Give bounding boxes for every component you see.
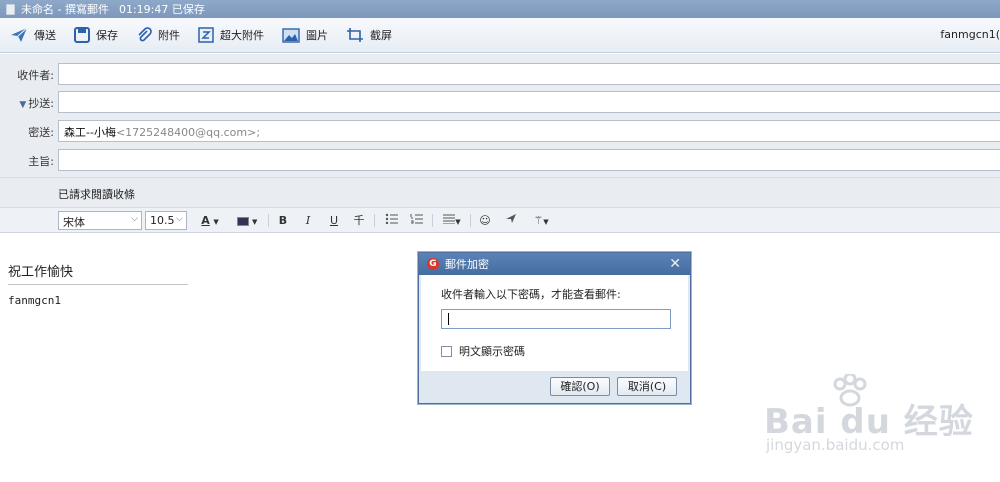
insert-image-label: 圖片	[306, 29, 328, 42]
font-family-value: 宋体	[63, 216, 85, 229]
compressed-file-icon	[198, 27, 214, 43]
separator	[470, 214, 471, 227]
chevron-down-icon: ⌵	[176, 214, 183, 224]
paperclip-icon	[138, 27, 152, 42]
read-receipt-bar: 已請求閱讀收條	[0, 177, 1000, 207]
font-color-icon: A	[201, 214, 210, 227]
save-label: 保存	[96, 29, 118, 42]
attachment-button[interactable]: 附件	[136, 27, 180, 43]
signature-divider	[8, 284, 188, 285]
highlight-icon	[236, 216, 249, 226]
bcc-row: 密送: 森工--小梅<1725248400@qq.com>;	[0, 120, 1000, 142]
separator	[432, 214, 433, 227]
magic-wand-icon: ⚚	[533, 214, 544, 227]
cc-label-wrap[interactable]: ▼ 抄送:	[0, 95, 54, 111]
paper-plane-icon	[11, 27, 28, 42]
numbered-list-icon	[410, 214, 423, 224]
account-name: fanmgcn1(	[940, 28, 1000, 41]
password-input[interactable]	[441, 309, 671, 329]
dropdown-arrow-icon: ▼	[252, 218, 258, 226]
font-family-select[interactable]: 宋体 ⌵	[58, 211, 142, 230]
dropdown-arrow-icon: ▼	[213, 218, 219, 226]
font-size-value: 10.5	[150, 214, 175, 227]
read-receipt-text: 已請求閱讀收條	[58, 188, 135, 201]
bullet-list-button[interactable]	[382, 212, 400, 229]
floppy-disk-icon	[74, 27, 90, 43]
font-color-button[interactable]: A ▼	[198, 212, 222, 229]
signature-name: fanmgcn1	[8, 294, 61, 307]
dialog-body: 收件者輸入以下密碼，才能查看郵件: 明文顯示密碼	[421, 275, 688, 371]
dialog-title: 郵件加密	[445, 258, 489, 271]
signature-title: 祝工作愉快	[8, 265, 74, 280]
screen-capture-icon	[347, 28, 363, 42]
bold-button[interactable]: B	[275, 212, 291, 229]
paper-plane-icon	[506, 214, 516, 223]
emoticon-button[interactable]: ☺	[477, 212, 493, 229]
screenshot-button[interactable]: 截屏	[346, 27, 392, 43]
attachment-label: 附件	[158, 29, 180, 42]
bullet-list-icon	[385, 213, 398, 225]
stationery-button[interactable]	[503, 212, 519, 229]
checkbox-box[interactable]	[441, 345, 452, 357]
cc-label: 抄送:	[28, 97, 54, 110]
separator	[374, 214, 375, 227]
compose-toolbar: 傳送 保存 附件 超大附件 圖片 截屏 fanmgcn1(	[0, 18, 1000, 53]
send-button[interactable]: 傳送	[10, 27, 56, 43]
numbered-list-button[interactable]	[407, 212, 425, 229]
underline-button[interactable]: U	[326, 212, 342, 229]
smiley-icon: ☺	[479, 214, 491, 227]
watermark-url: jingyan.baidu.com	[766, 436, 905, 454]
text-caret	[448, 313, 449, 325]
format-toolbar: 宋体 ⌵ 10.5 ⌵ A ▼ ▼ B I U 千 ▼ ☺ ⚚▼	[0, 207, 1000, 233]
dropdown-arrow-icon: ▼	[543, 218, 549, 226]
password-prompt: 收件者輸入以下密碼，才能查看郵件:	[441, 288, 621, 301]
bcc-label: 密送:	[28, 126, 54, 139]
send-label: 傳送	[34, 29, 56, 42]
close-icon[interactable]: ✕	[669, 256, 681, 272]
cancel-button[interactable]: 取消(C)	[617, 377, 677, 396]
highlight-color-button[interactable]: ▼	[232, 212, 262, 229]
subject-row: 主旨:	[0, 149, 1000, 171]
address-fields: 收件者: ▼ 抄送: 密送: 森工--小梅<1725248400@qq.com>;…	[0, 54, 1000, 177]
dropdown-arrow-icon: ▼	[455, 218, 461, 226]
picture-icon	[282, 27, 300, 43]
show-password-label: 明文顯示密碼	[459, 345, 525, 358]
cc-row: ▼ 抄送:	[0, 91, 1000, 113]
expand-triangle-icon: ▼	[19, 100, 27, 110]
large-attachment-button[interactable]: 超大附件	[198, 27, 264, 43]
bcc-input[interactable]: 森工--小梅<1725248400@qq.com>;	[58, 120, 1000, 142]
align-justify-icon	[443, 214, 456, 225]
italic-button[interactable]: I	[300, 212, 316, 229]
window-title: 未命名 - 撰寫郵件	[21, 3, 109, 16]
bcc-recipient-email: <1725248400@qq.com>;	[115, 126, 261, 139]
save-button[interactable]: 保存	[74, 27, 118, 43]
baidu-watermark: Bai du 经验 jingyan.baidu.com	[764, 374, 984, 470]
insert-image-button[interactable]: 圖片	[282, 27, 328, 43]
to-row: 收件者:	[0, 63, 1000, 85]
large-attachment-label: 超大附件	[220, 29, 264, 42]
mail-encryption-dialog: G 郵件加密 ✕ 收件者輸入以下密碼，才能查看郵件: 明文顯示密碼 確認(O) …	[418, 252, 691, 404]
magic-wand-button[interactable]: ⚚▼	[530, 212, 552, 229]
to-label: 收件者:	[17, 69, 54, 82]
subject-input[interactable]	[58, 149, 1000, 171]
bcc-recipient-name[interactable]: 森工--小梅	[64, 126, 116, 139]
font-size-select[interactable]: 10.5 ⌵	[145, 211, 187, 230]
title-bar: 未命名 - 撰寫郵件 01:19:47 已保存	[0, 0, 1000, 18]
to-input[interactable]	[58, 63, 1000, 85]
strikethrough-button[interactable]: 千	[351, 212, 367, 229]
separator	[268, 214, 269, 227]
ok-button[interactable]: 確認(O)	[550, 377, 610, 396]
chevron-down-icon: ⌵	[131, 214, 138, 224]
document-icon	[6, 3, 15, 15]
dialog-title-bar: G 郵件加密 ✕	[419, 253, 690, 275]
show-password-checkbox[interactable]: 明文顯示密碼	[441, 343, 525, 359]
cc-input[interactable]	[58, 91, 1000, 113]
screenshot-label: 截屏	[370, 29, 392, 42]
app-logo-icon: G	[427, 258, 439, 270]
saved-status: 01:19:47 已保存	[118, 3, 205, 16]
subject-label: 主旨:	[28, 155, 54, 168]
align-button[interactable]: ▼	[440, 212, 464, 229]
